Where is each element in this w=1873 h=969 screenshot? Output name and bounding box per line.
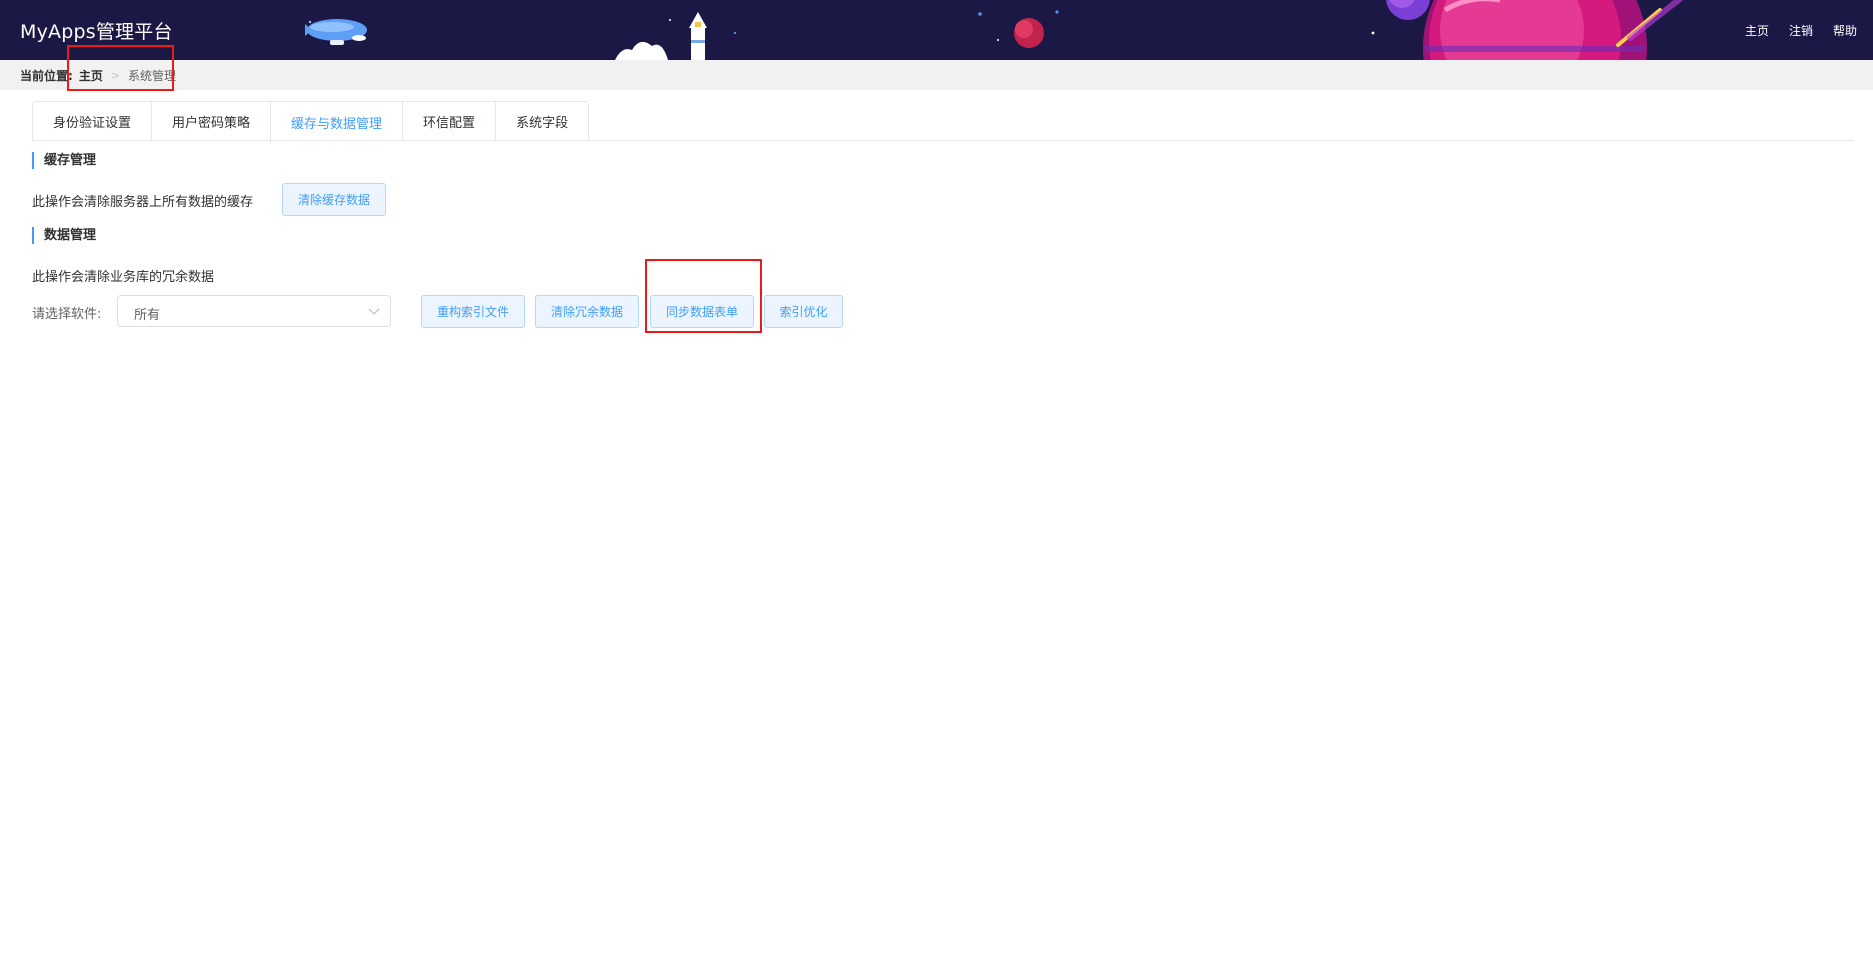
data-section-title: 数据管理 (32, 227, 96, 244)
software-select[interactable]: 所有 (117, 295, 391, 327)
settings-tabs: 身份验证设置 用户密码策略 缓存与数据管理 环信配置 系统字段 (32, 101, 590, 143)
nav-help-link[interactable]: 帮助 (1833, 22, 1857, 39)
rebuild-index-button[interactable]: 重构索引文件 (421, 295, 525, 328)
breadcrumb-separator-icon: > (110, 68, 121, 82)
clear-cache-button[interactable]: 清除缓存数据 (282, 183, 386, 216)
header-decoration-illustration (305, 0, 1684, 60)
nav-home-link[interactable]: 主页 (1745, 22, 1769, 39)
software-select-value: 所有 (134, 308, 161, 323)
cache-description: 此操作会清除服务器上所有数据的缓存 (32, 195, 254, 210)
top-nav: 主页 注销 帮助 (1745, 22, 1857, 39)
top-header: MyApps管理平台 主页 注销 帮助 (0, 0, 1873, 60)
nav-logout-link[interactable]: 注销 (1789, 22, 1813, 39)
breadcrumb-label: 当前位置: (20, 68, 73, 83)
tab-password-policy[interactable]: 用户密码策略 (151, 102, 271, 141)
data-description: 此操作会清除业务库的冗余数据 (32, 270, 215, 285)
tabs-divider (32, 140, 1854, 141)
breadcrumb: 当前位置: 主页 > 系统管理 (0, 60, 1873, 90)
clear-redundant-data-button[interactable]: 清除冗余数据 (535, 295, 639, 328)
cache-section-title: 缓存管理 (32, 152, 96, 169)
sync-data-forms-button[interactable]: 同步数据表单 (650, 295, 754, 328)
breadcrumb-current: 系统管理 (128, 68, 177, 83)
tab-system-fields[interactable]: 系统字段 (495, 102, 589, 141)
breadcrumb-home-link[interactable]: 主页 (79, 67, 103, 84)
tab-identity-auth[interactable]: 身份验证设置 (33, 102, 152, 141)
tab-cache-data[interactable]: 缓存与数据管理 (270, 102, 403, 143)
lighthouse-icon (615, 12, 707, 60)
blimp-icon (305, 19, 367, 45)
chevron-down-icon (368, 308, 380, 315)
app-title: MyApps管理平台 (20, 21, 173, 43)
optimize-index-button[interactable]: 索引优化 (764, 295, 843, 328)
tab-easemob-config[interactable]: 环信配置 (402, 102, 496, 141)
software-select-label: 请选择软件: (32, 307, 102, 322)
